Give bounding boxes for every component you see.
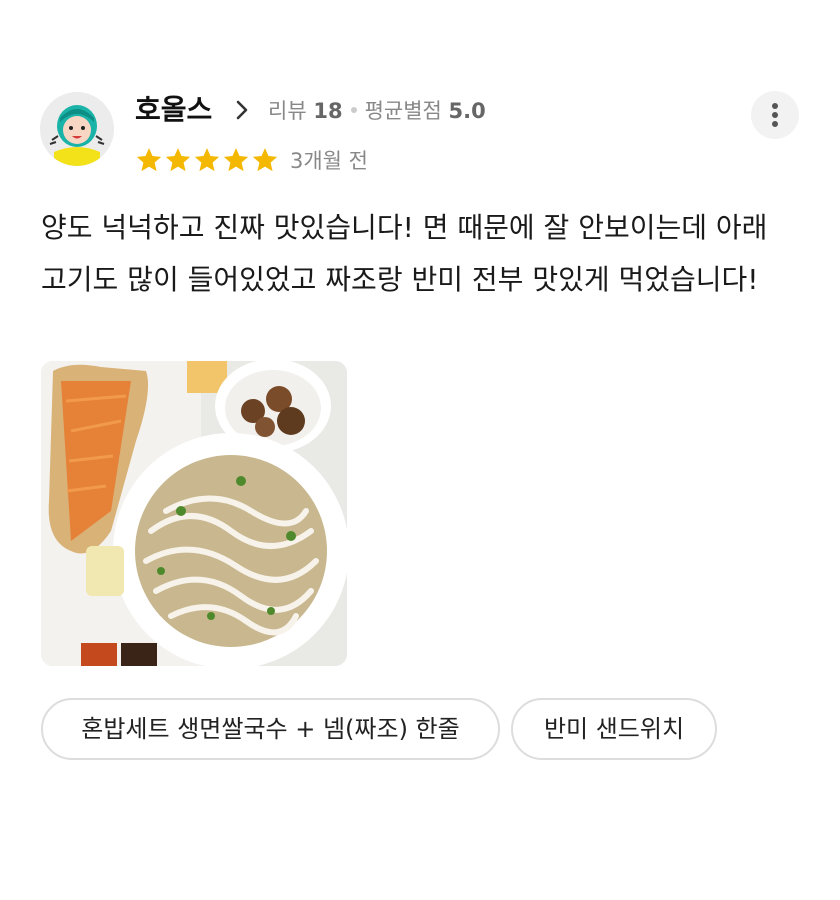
reviewer-stats: 리뷰 18 평균별점 5.0 <box>268 96 486 126</box>
review-date: 3개월 전 <box>290 149 368 173</box>
food-photo-icon <box>41 361 347 666</box>
menu-tag[interactable]: 혼밥세트 생면쌀국수 + 넴(짜조) 한줄 <box>41 698 500 760</box>
more-options-button[interactable] <box>751 91 799 139</box>
review-count-value: 18 <box>313 99 343 123</box>
star-icon <box>252 148 278 172</box>
separator-dot <box>350 107 357 113</box>
chevron-right-icon[interactable] <box>232 99 252 121</box>
star-icon <box>136 148 162 172</box>
review-photo[interactable] <box>41 361 347 666</box>
reviewer-nickname[interactable]: 호올스 <box>135 92 212 128</box>
cartoon-girl-avatar-icon <box>40 92 114 166</box>
avg-rating-label: 평균별점 <box>364 99 442 123</box>
review-text: 양도 넉넉하고 진짜 맛있습니다! 면 때문에 잘 안보이는데 아래 고기도 많… <box>41 211 768 296</box>
reviewer-avatar[interactable] <box>40 92 114 166</box>
review-count-label: 리뷰 <box>268 99 307 123</box>
avg-rating-value: 5.0 <box>448 99 486 123</box>
star-icon <box>194 148 220 172</box>
menu-tag[interactable]: 반미 샌드위치 <box>511 698 717 760</box>
star-icon <box>165 148 191 172</box>
star-icon <box>223 148 249 172</box>
